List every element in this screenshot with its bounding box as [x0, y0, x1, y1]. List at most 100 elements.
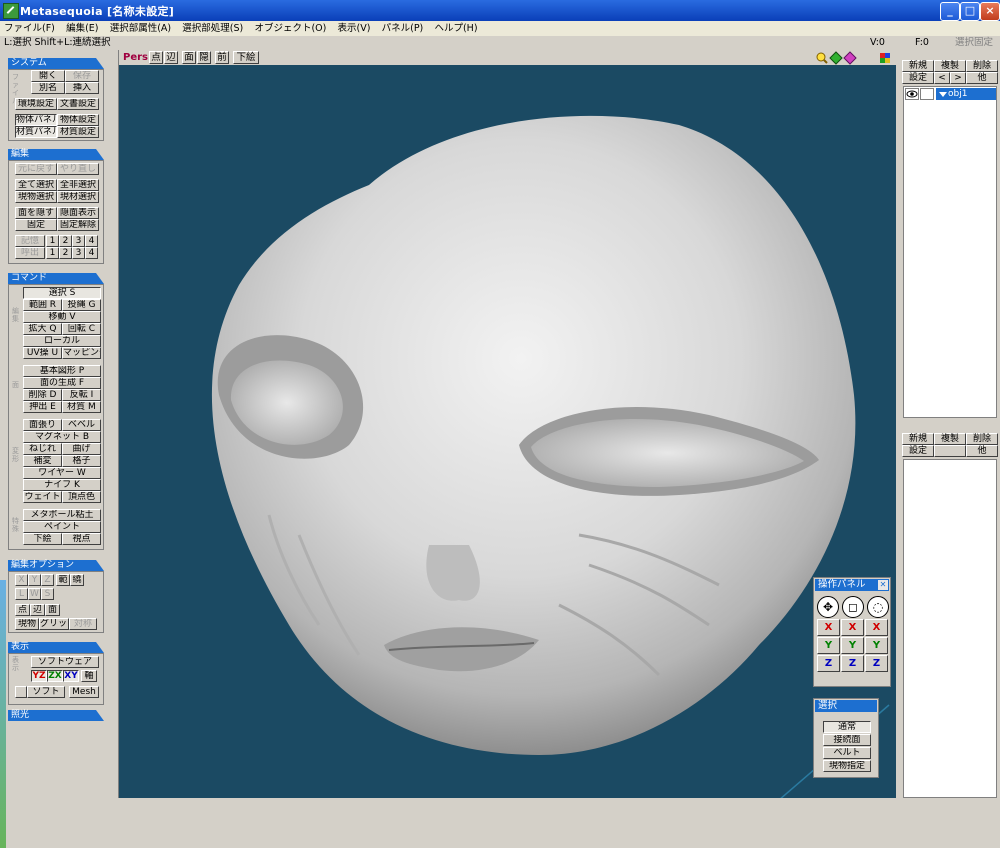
material-list[interactable]: [903, 459, 997, 798]
menu-object[interactable]: オブジェクト(O): [250, 21, 330, 36]
vertex-color-button[interactable]: 頂点色: [62, 491, 101, 503]
magnet-tool-button[interactable]: マグネット B: [23, 431, 101, 443]
move-z-button[interactable]: Z: [817, 655, 840, 672]
move-tool-button[interactable]: 移動 V: [23, 311, 101, 323]
object-new-button[interactable]: 新規: [902, 60, 934, 72]
sculpt-tool-button[interactable]: 補変: [23, 455, 62, 467]
recall-button[interactable]: 呼出: [15, 247, 45, 259]
rotate-handle-icon[interactable]: ◌: [867, 596, 889, 618]
zx-view-button[interactable]: ZX: [47, 670, 63, 682]
underlay-tool-button[interactable]: 下絵: [23, 533, 62, 545]
rotate-x-button[interactable]: X: [865, 619, 888, 636]
front-view-button[interactable]: 前: [215, 51, 229, 64]
doc-settings-button[interactable]: 文書設定: [57, 98, 99, 110]
object-duplicate-button[interactable]: 複製: [934, 60, 966, 72]
select-current-object-button[interactable]: 現物指定: [823, 760, 871, 772]
select-all-button[interactable]: 全て選択: [15, 179, 57, 191]
menu-sel-process[interactable]: 選択部処理(S): [178, 21, 247, 36]
point-mode-button[interactable]: 点: [15, 604, 30, 616]
scale-z-button[interactable]: Z: [841, 655, 864, 672]
object-delete-button[interactable]: 削除: [966, 60, 998, 72]
object-row-obj1[interactable]: obj1: [936, 88, 996, 100]
primitive-tool-button[interactable]: 基本図形 P: [23, 365, 101, 377]
hide-faces-button[interactable]: 面を隠す: [15, 207, 57, 219]
unfix-button[interactable]: 固定解除: [57, 219, 99, 231]
flip-tool-button[interactable]: 反転 I: [62, 389, 101, 401]
bevel-tool-button[interactable]: ベベル: [62, 419, 101, 431]
title-bar[interactable]: Metasequoia [名称未設定] _ □ ×: [0, 0, 1000, 21]
edit-options-header[interactable]: 編集オプション: [8, 560, 104, 571]
show-points-button[interactable]: 点: [149, 51, 163, 64]
edit-section-header[interactable]: 編集: [8, 149, 104, 160]
scale-y-button[interactable]: Y: [841, 637, 864, 654]
show-hidden-button[interactable]: 隠: [197, 51, 211, 64]
open-button[interactable]: 開く: [31, 70, 65, 82]
object-next-button[interactable]: >: [950, 72, 966, 84]
screen-s-button[interactable]: S: [41, 588, 54, 600]
close-button[interactable]: ×: [980, 2, 1000, 21]
menu-view[interactable]: 表示(V): [334, 21, 375, 36]
select-belt-button[interactable]: ベルト: [823, 747, 871, 759]
uv-tool-button[interactable]: UV操 U: [23, 347, 62, 359]
material-other-button[interactable]: 他: [966, 445, 998, 457]
color-palette-icon[interactable]: [880, 53, 890, 63]
scale-x-button[interactable]: X: [841, 619, 864, 636]
extrude-tool-button[interactable]: 押出 E: [23, 401, 62, 413]
light-section-header[interactable]: 照光: [8, 710, 104, 721]
memory-2-button[interactable]: 2: [59, 235, 72, 247]
save-button[interactable]: 保存: [65, 70, 99, 82]
select-fix-toggle[interactable]: 選択固定: [955, 36, 993, 50]
recall-4-button[interactable]: 4: [85, 247, 98, 259]
zoom-icon[interactable]: [816, 52, 828, 64]
yz-view-button[interactable]: YZ: [31, 670, 47, 682]
weight-tool-button[interactable]: ウェイト: [23, 491, 62, 503]
recall-2-button[interactable]: 2: [59, 247, 72, 259]
select-material-button[interactable]: 現材選択: [57, 191, 99, 203]
select-connected-button[interactable]: 接続面: [823, 734, 871, 746]
lock-y-button[interactable]: Y: [28, 574, 41, 586]
memory-3-button[interactable]: 3: [72, 235, 85, 247]
menu-sel-attr[interactable]: 選択部属性(A): [106, 21, 175, 36]
menu-help[interactable]: ヘルプ(H): [430, 21, 481, 36]
system-section-header[interactable]: システム: [8, 58, 104, 69]
generate-face-button[interactable]: 面の生成 F: [23, 377, 101, 389]
rotate-view-icon[interactable]: [843, 51, 857, 65]
deselect-all-button[interactable]: 全非選択: [57, 179, 99, 191]
projection-label[interactable]: Pers: [123, 51, 148, 64]
mapping-tool-button[interactable]: マッピング: [62, 347, 101, 359]
3d-viewport[interactable]: Pers 点 辺 面 隠 前 下絵: [118, 50, 896, 798]
material-settings-button[interactable]: 設定: [902, 445, 934, 457]
underlay-button[interactable]: 下絵: [233, 51, 259, 64]
material-new-button[interactable]: 新規: [902, 433, 934, 445]
material-tool-button[interactable]: 材質 M: [62, 401, 101, 413]
xy-view-button[interactable]: XY: [63, 670, 79, 682]
memory-4-button[interactable]: 4: [85, 235, 98, 247]
env-settings-button[interactable]: 環境設定: [15, 98, 57, 110]
show-hidden-button[interactable]: 隠面表示: [57, 207, 99, 219]
lock-toggle[interactable]: [920, 88, 934, 100]
edge-mode-button[interactable]: 辺: [30, 604, 45, 616]
visibility-eye-icon[interactable]: [905, 88, 919, 100]
memory-button[interactable]: 記憶: [15, 235, 45, 247]
lasso-tool-button[interactable]: 投縄 G: [62, 299, 101, 311]
recall-1-button[interactable]: 1: [46, 247, 59, 259]
symmetry-button[interactable]: 対称: [69, 618, 97, 630]
memory-1-button[interactable]: 1: [46, 235, 59, 247]
axis-button[interactable]: 軸: [81, 670, 97, 682]
current-object-button[interactable]: 現物: [15, 618, 39, 630]
display-section-header[interactable]: 表示: [8, 642, 104, 653]
software-render-button[interactable]: ソフトウェア: [31, 656, 99, 668]
around-option-button[interactable]: 繞: [70, 574, 84, 586]
move-x-button[interactable]: X: [817, 619, 840, 636]
object-settings-button[interactable]: 設定: [902, 72, 934, 84]
material-duplicate-button[interactable]: 複製: [934, 433, 966, 445]
rotate-y-button[interactable]: Y: [865, 637, 888, 654]
object-prev-button[interactable]: <: [934, 72, 950, 84]
redo-button[interactable]: やり直し: [57, 163, 99, 175]
range-option-button[interactable]: 範: [56, 574, 70, 586]
twist-tool-button[interactable]: ねじれ: [23, 443, 62, 455]
world-w-button[interactable]: W: [28, 588, 41, 600]
material-panel-button[interactable]: 材質パネル: [15, 126, 57, 138]
local-l-button[interactable]: L: [15, 588, 28, 600]
material-blank-button[interactable]: [934, 445, 966, 457]
